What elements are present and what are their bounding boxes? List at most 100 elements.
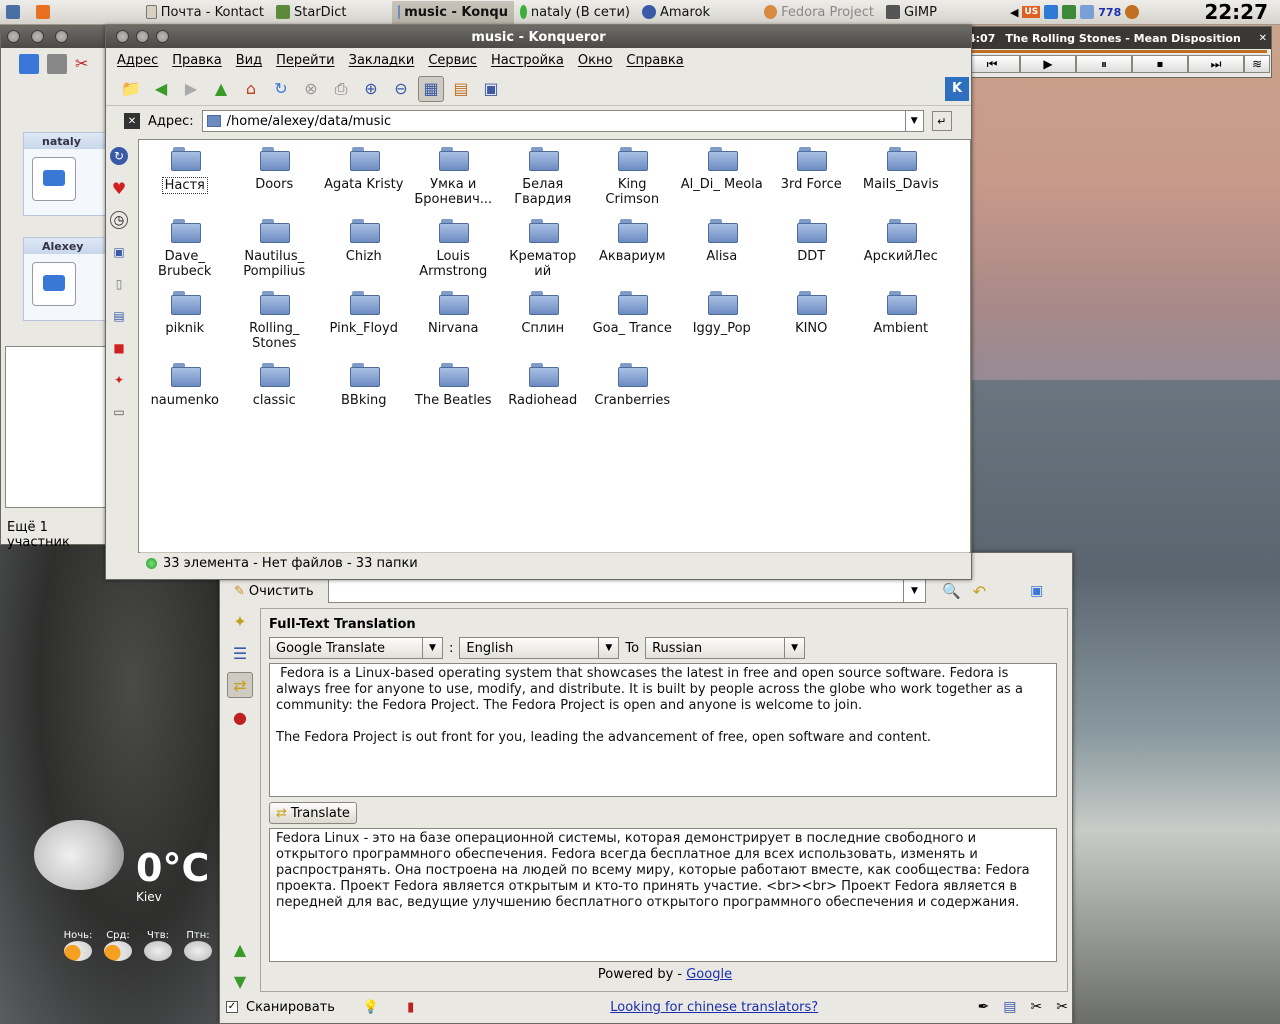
- print-icon[interactable]: [47, 54, 67, 74]
- folder-item[interactable]: Nirvana: [409, 289, 499, 361]
- chevron-down-icon[interactable]: ▼: [904, 111, 923, 131]
- pause-button[interactable]: ⏸: [1076, 55, 1132, 73]
- search-icon[interactable]: 🔍: [942, 582, 961, 600]
- translate-mode-icon[interactable]: ⇄: [227, 672, 253, 698]
- minimize-icon[interactable]: [136, 30, 149, 43]
- folder-item[interactable]: Al_Di_ Meola: [677, 145, 767, 217]
- contact-card-alexey[interactable]: Alexey: [23, 237, 109, 321]
- play-button[interactable]: ▶: [1020, 55, 1076, 73]
- zoom-out-icon[interactable]: ⊖: [388, 76, 414, 102]
- folder-item[interactable]: KINO: [767, 289, 857, 361]
- konqueror-titlebar[interactable]: music - Konqueror: [106, 26, 971, 48]
- zoom-in-icon[interactable]: ⊕: [358, 76, 384, 102]
- computer-icon[interactable]: ▭: [110, 403, 128, 421]
- from-language-select[interactable]: English ▼: [459, 637, 620, 659]
- dict-manage-icon[interactable]: ●: [227, 704, 253, 730]
- folder-item[interactable]: BBking: [319, 361, 409, 433]
- minimize-icon[interactable]: [31, 30, 44, 43]
- download-icon[interactable]: [1044, 5, 1059, 19]
- tray-counter[interactable]: 778: [1098, 6, 1121, 19]
- engine-select[interactable]: Google Translate ▼: [269, 637, 443, 659]
- settings-icon[interactable]: ✂: [1056, 999, 1068, 1015]
- clock-icon[interactable]: ◷: [110, 211, 128, 229]
- home-icon[interactable]: ⌂: [238, 76, 264, 102]
- chat-input[interactable]: [5, 346, 109, 508]
- clear-location-icon[interactable]: ✕: [124, 113, 140, 129]
- klipper-icon[interactable]: [1125, 5, 1140, 19]
- folder-item[interactable]: The Beatles: [409, 361, 499, 433]
- up-icon[interactable]: ▲: [208, 76, 234, 102]
- folder-item[interactable]: 3rd Force: [767, 145, 857, 217]
- arrow-up-icon[interactable]: ▲: [227, 936, 253, 962]
- address-input[interactable]: /home/alexey/data/music ▼: [201, 110, 924, 132]
- folder-item[interactable]: Mails_Davis: [856, 145, 946, 217]
- folder-item[interactable]: Radiohead: [498, 361, 588, 433]
- clear-button[interactable]: ✎ Очистить: [228, 579, 324, 603]
- dict-list-icon[interactable]: ☰: [227, 640, 253, 666]
- to-language-select[interactable]: Russian ▼: [645, 637, 806, 659]
- folder-item[interactable]: Iggy_Pop: [677, 289, 767, 361]
- menu-item[interactable]: Сервис: [421, 53, 484, 68]
- wand-icon[interactable]: ✦: [227, 608, 253, 634]
- tools-icon[interactable]: ✂: [1031, 999, 1043, 1015]
- visualize-button[interactable]: ≋: [1244, 55, 1270, 73]
- preview-icon[interactable]: ▣: [478, 76, 504, 102]
- folder-item[interactable]: King Crimson: [588, 145, 678, 217]
- task-gimp[interactable]: GIMP: [880, 1, 1002, 24]
- close-icon[interactable]: [7, 30, 20, 43]
- menu-item[interactable]: Закладки: [342, 53, 422, 68]
- document-icon[interactable]: ▯: [110, 275, 128, 293]
- folder-item[interactable]: Rolling_ Stones: [230, 289, 320, 361]
- previous-button[interactable]: ⏮: [964, 55, 1020, 73]
- google-link[interactable]: Google: [686, 967, 732, 982]
- tray-arrow-icon[interactable]: ◀: [1010, 6, 1018, 19]
- task-firefox[interactable]: Fedora Project: [758, 1, 880, 24]
- window-icon[interactable]: ▣: [1030, 583, 1043, 599]
- close-icon[interactable]: [116, 30, 129, 43]
- stardict-tray-icon[interactable]: [1062, 5, 1077, 19]
- folder-item[interactable]: Alisa: [677, 217, 767, 289]
- menu-item[interactable]: Адрес: [110, 53, 165, 68]
- tree-view-icon[interactable]: ▤: [448, 76, 474, 102]
- menu-item[interactable]: Вид: [229, 53, 269, 68]
- folder-item[interactable]: Cranberries: [588, 361, 678, 433]
- kmenu-button[interactable]: [0, 1, 30, 24]
- task-stardict[interactable]: StarDict: [270, 1, 392, 24]
- dictionary-icon[interactable]: ▮: [407, 1000, 414, 1015]
- stop-icon[interactable]: ⊗: [298, 76, 324, 102]
- folder-item[interactable]: Белая Гвардия: [498, 145, 588, 217]
- clock[interactable]: 22:27: [1204, 0, 1268, 24]
- result-text-area[interactable]: Fedora Linux - это на базе операционной …: [269, 828, 1057, 962]
- go-icon[interactable]: ↵: [931, 111, 952, 131]
- pin-icon[interactable]: ✦: [110, 371, 128, 389]
- manual-icon[interactable]: ▤: [1003, 999, 1016, 1015]
- kde-logo-icon[interactable]: K: [945, 76, 969, 101]
- pen-icon[interactable]: ✒: [978, 999, 990, 1015]
- maximize-icon[interactable]: [156, 30, 169, 43]
- back-icon[interactable]: ◀: [148, 76, 174, 102]
- folder-item[interactable]: Сплин: [498, 289, 588, 361]
- desktop-button[interactable]: [30, 1, 60, 24]
- folder-item[interactable]: naumenko: [140, 361, 230, 433]
- bulb-icon[interactable]: 💡: [363, 1000, 379, 1015]
- network-icon[interactable]: [1080, 5, 1095, 19]
- menu-item[interactable]: Правка: [165, 53, 228, 68]
- kopete-titlebar[interactable]: [1, 26, 107, 48]
- red-folder-icon[interactable]: ■: [110, 339, 128, 357]
- maximize-icon[interactable]: [55, 30, 68, 43]
- folder-item[interactable]: Настя: [140, 145, 230, 217]
- task-amarok[interactable]: Amarok: [636, 1, 758, 24]
- translate-button[interactable]: ⇄ Translate: [269, 802, 357, 824]
- folder-item[interactable]: DDT: [767, 217, 857, 289]
- search-input[interactable]: ▼: [328, 579, 926, 603]
- folder-item[interactable]: Chizh: [319, 217, 409, 289]
- back-icon[interactable]: ↶: [973, 582, 986, 601]
- folder-item[interactable]: classic: [230, 361, 320, 433]
- media-icon[interactable]: ▣: [110, 243, 128, 261]
- folder-item[interactable]: Nautilus_ Pompilius: [230, 217, 320, 289]
- arrow-down-icon[interactable]: ▼: [227, 968, 253, 994]
- folder-item[interactable]: Dave_ Brubeck: [140, 217, 230, 289]
- chevron-down-icon[interactable]: ▼: [903, 580, 925, 602]
- bookmarks-icon[interactable]: ♥: [110, 179, 128, 198]
- network-icon[interactable]: ▤: [110, 307, 128, 325]
